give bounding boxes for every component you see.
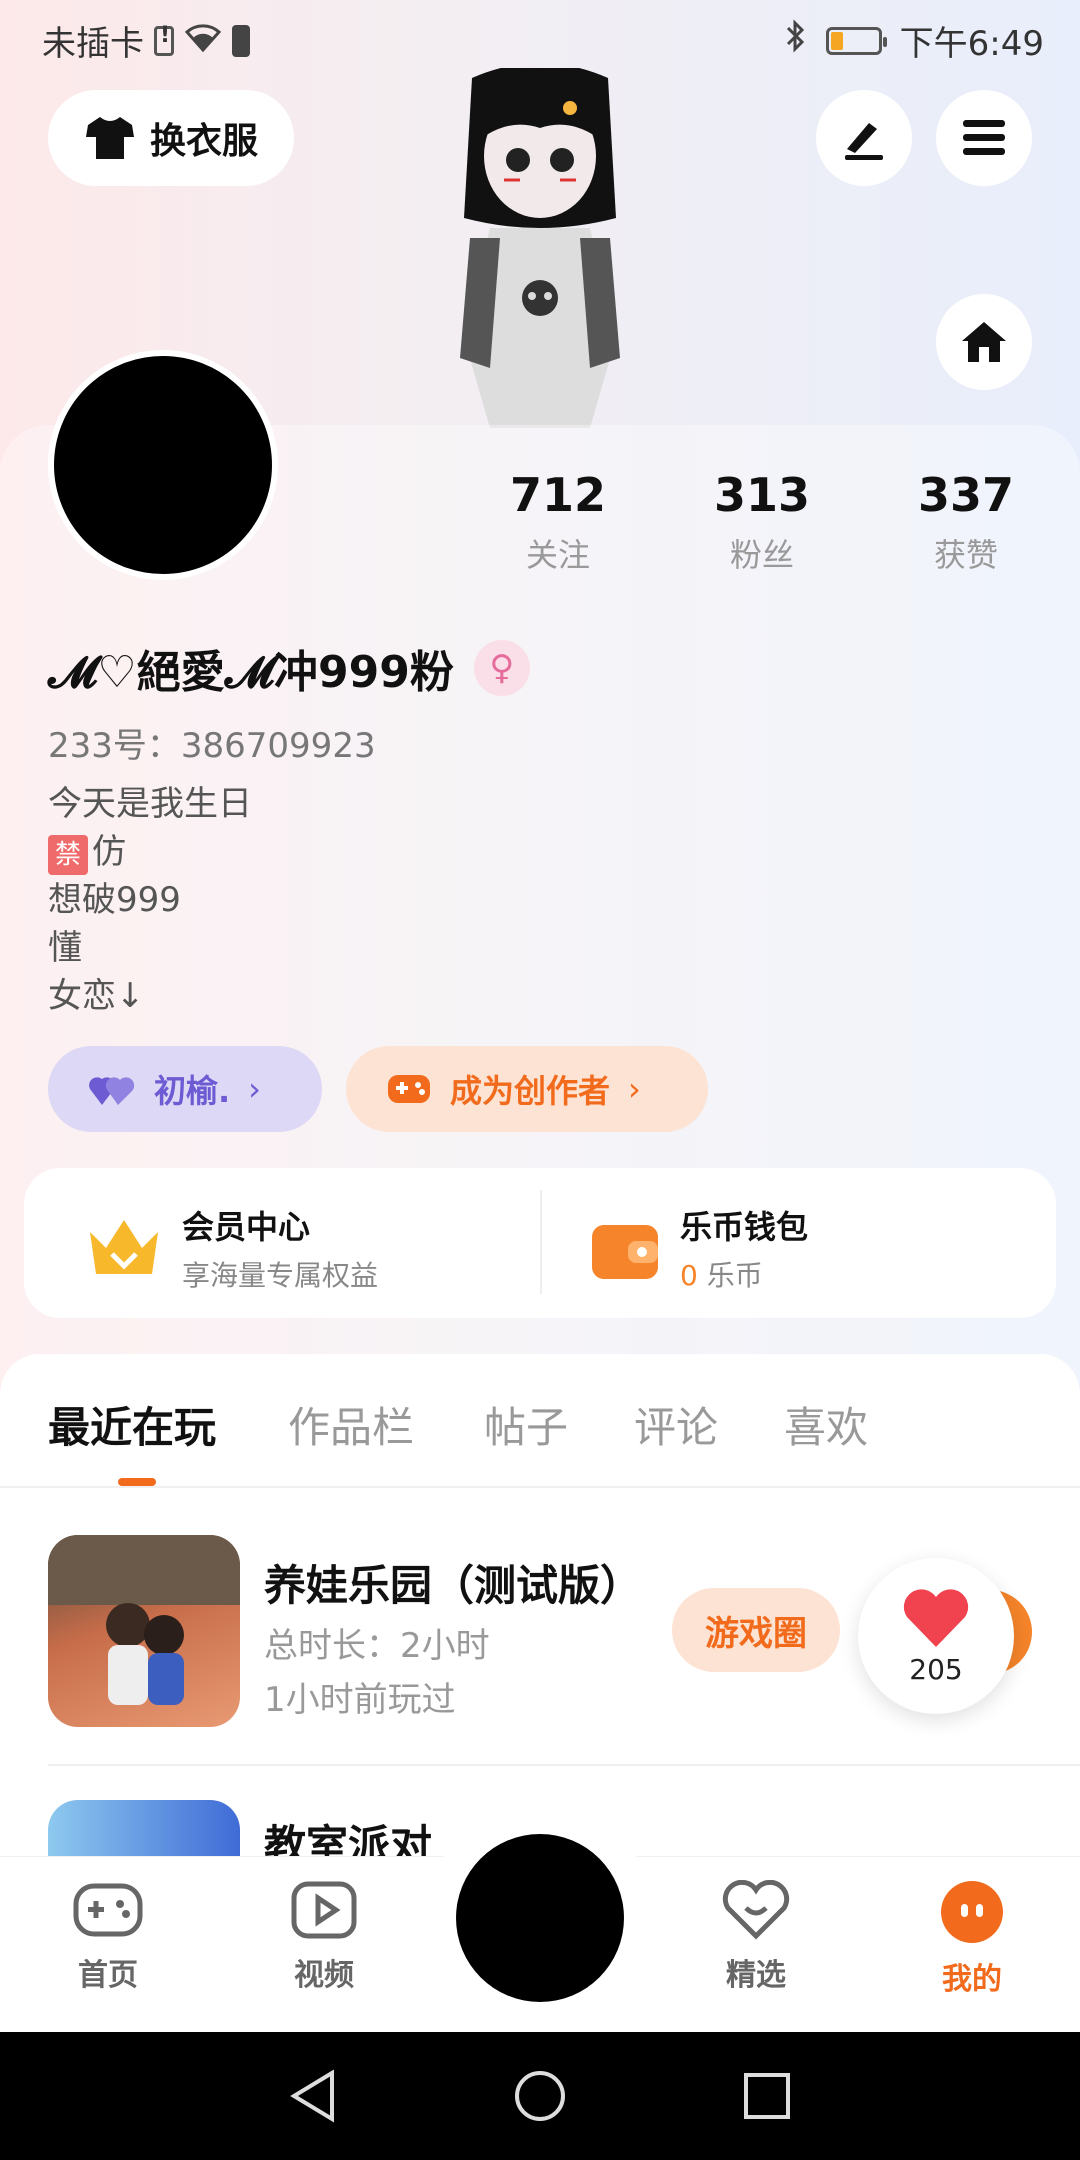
bio-line-text: 仿 <box>92 832 126 872</box>
status-bar: 未插卡 下午6:49 <box>0 0 1080 74</box>
clock-text: 下午6:49 <box>899 24 1044 64</box>
stat-likes-value: 337 <box>917 468 1015 522</box>
game-duration: 总时长：2小时 <box>264 1626 490 1666</box>
tab-likes[interactable]: 喜欢 <box>784 1394 868 1455</box>
game-thumbnail[interactable] <box>48 1800 240 1860</box>
change-outfit-label: 换衣服 <box>149 121 258 162</box>
smiley-face-icon <box>941 1881 1003 1943</box>
change-outfit-button[interactable]: 换衣服 <box>48 90 294 186</box>
battery-icon <box>825 26 887 55</box>
wifi-icon <box>184 22 222 59</box>
double-heart-icon <box>89 1077 135 1105</box>
game-circle-button[interactable]: 游戏圈 <box>672 1588 840 1672</box>
like-count: 205 <box>909 1652 963 1686</box>
bio-line: 今天是我生日 <box>48 784 252 824</box>
bio-line: 女恋↓ <box>48 976 145 1016</box>
nav-home-label: 首页 <box>78 1958 138 1993</box>
status-right: 下午6:49 <box>784 16 1044 65</box>
avatar-character[interactable] <box>420 63 660 428</box>
panel-divider <box>540 1190 542 1294</box>
heart-icon <box>903 1588 969 1647</box>
bio: 今天是我生日 禁仿 想破999 懂 女恋↓ <box>48 780 252 1020</box>
sim-alert-icon <box>154 23 174 56</box>
home-room-button[interactable] <box>936 294 1032 390</box>
bio-line: 懂 <box>48 928 82 968</box>
wallet-balance: 0 乐币 <box>680 1254 808 1294</box>
stat-likes-label: 获赞 <box>933 536 998 574</box>
relationship-tag-label: 初榆. <box>154 1072 231 1110</box>
member-center-entry[interactable]: 会员中心 享海量专属权益 <box>84 1202 378 1294</box>
prohibited-badge: 禁 <box>48 835 88 875</box>
center-avatar-button[interactable] <box>456 1834 624 2002</box>
bluetooth-icon <box>784 19 808 62</box>
member-center-subtitle: 享海量专属权益 <box>182 1259 379 1292</box>
pencil-icon <box>845 123 883 160</box>
wallet-unit: 乐币 <box>706 1259 763 1292</box>
like-bubble[interactable]: 205 <box>858 1558 1014 1714</box>
stat-likes[interactable]: 337 获赞 <box>886 468 1046 576</box>
heart-smile-icon <box>722 1879 790 1940</box>
nav-featured-label: 精选 <box>726 1958 786 1993</box>
tab-comments[interactable]: 评论 <box>634 1394 718 1455</box>
become-creator-button[interactable]: 成为创作者 › <box>346 1046 708 1132</box>
edit-profile-button[interactable] <box>816 90 912 186</box>
battery-saver-icon <box>232 24 250 57</box>
stat-followers[interactable]: 313 粉丝 <box>682 468 842 576</box>
nav-mine-label: 我的 <box>942 1962 1002 1997</box>
female-icon: ♀ <box>473 640 530 696</box>
game-title[interactable]: 养娃乐园（测试版） <box>264 1552 642 1613</box>
nickname-row: 𝓜♡絕愛𝓜冲999粉 ♀ <box>48 636 530 700</box>
profile-avatar[interactable] <box>48 350 278 580</box>
gamepad-icon <box>388 1075 430 1103</box>
tab-works[interactable]: 作品栏 <box>288 1394 414 1455</box>
nav-mine[interactable]: 我的 <box>902 1880 1042 1998</box>
nickname: 𝓜♡絕愛𝓜冲999粉 <box>48 647 454 698</box>
bio-line: 禁仿 <box>48 828 252 876</box>
tab-divider <box>0 1486 1080 1488</box>
wallet-icon <box>592 1225 658 1279</box>
recents-icon[interactable] <box>742 2071 792 2121</box>
stat-followers-value: 313 <box>713 468 811 522</box>
nav-home[interactable]: 首页 <box>38 1880 178 1994</box>
game-thumbnail[interactable] <box>48 1535 240 1727</box>
tab-active-indicator <box>118 1478 156 1486</box>
tab-posts[interactable]: 帖子 <box>484 1394 568 1455</box>
wallet-title: 乐币钱包 <box>680 1208 809 1246</box>
carrier-text: 未插卡 <box>42 24 144 64</box>
stat-following-value: 712 <box>509 468 607 522</box>
tshirt-icon <box>85 117 134 159</box>
tab-recently-played[interactable]: 最近在玩 <box>48 1394 216 1455</box>
user-id[interactable]: 233号：386709923 <box>48 718 376 767</box>
nav-video[interactable]: 视频 <box>254 1880 394 1994</box>
chevron-right-icon: › <box>628 1070 641 1108</box>
bio-line: 想破999 <box>48 880 181 920</box>
gamepad-icon <box>73 1883 143 1937</box>
wallet-amount: 0 <box>680 1259 698 1292</box>
nav-featured[interactable]: 精选 <box>686 1879 826 1994</box>
video-play-icon <box>291 1881 357 1939</box>
stat-following[interactable]: 712 关注 <box>478 468 638 576</box>
row-divider <box>48 1764 1080 1766</box>
system-navigation-bar <box>0 2032 1080 2160</box>
member-center-title: 会员中心 <box>182 1208 311 1246</box>
game-last-played: 1小时前玩过 <box>264 1680 456 1720</box>
relationship-tag-button[interactable]: 初榆. › <box>48 1046 322 1132</box>
stat-followers-label: 粉丝 <box>729 536 794 574</box>
crown-icon <box>90 1220 158 1274</box>
stat-following-label: 关注 <box>525 536 590 574</box>
nav-video-label: 视频 <box>294 1958 354 1993</box>
status-left: 未插卡 <box>42 16 250 65</box>
become-creator-label: 成为创作者 <box>450 1072 611 1110</box>
menu-button[interactable] <box>936 90 1032 186</box>
back-icon[interactable] <box>288 2069 338 2123</box>
menu-icon <box>963 120 1005 155</box>
home-circle-icon[interactable] <box>513 2069 567 2123</box>
chevron-right-icon: › <box>248 1070 261 1108</box>
house-icon <box>962 322 1006 362</box>
wallet-entry[interactable]: 乐币钱包 0 乐币 <box>588 1202 808 1294</box>
